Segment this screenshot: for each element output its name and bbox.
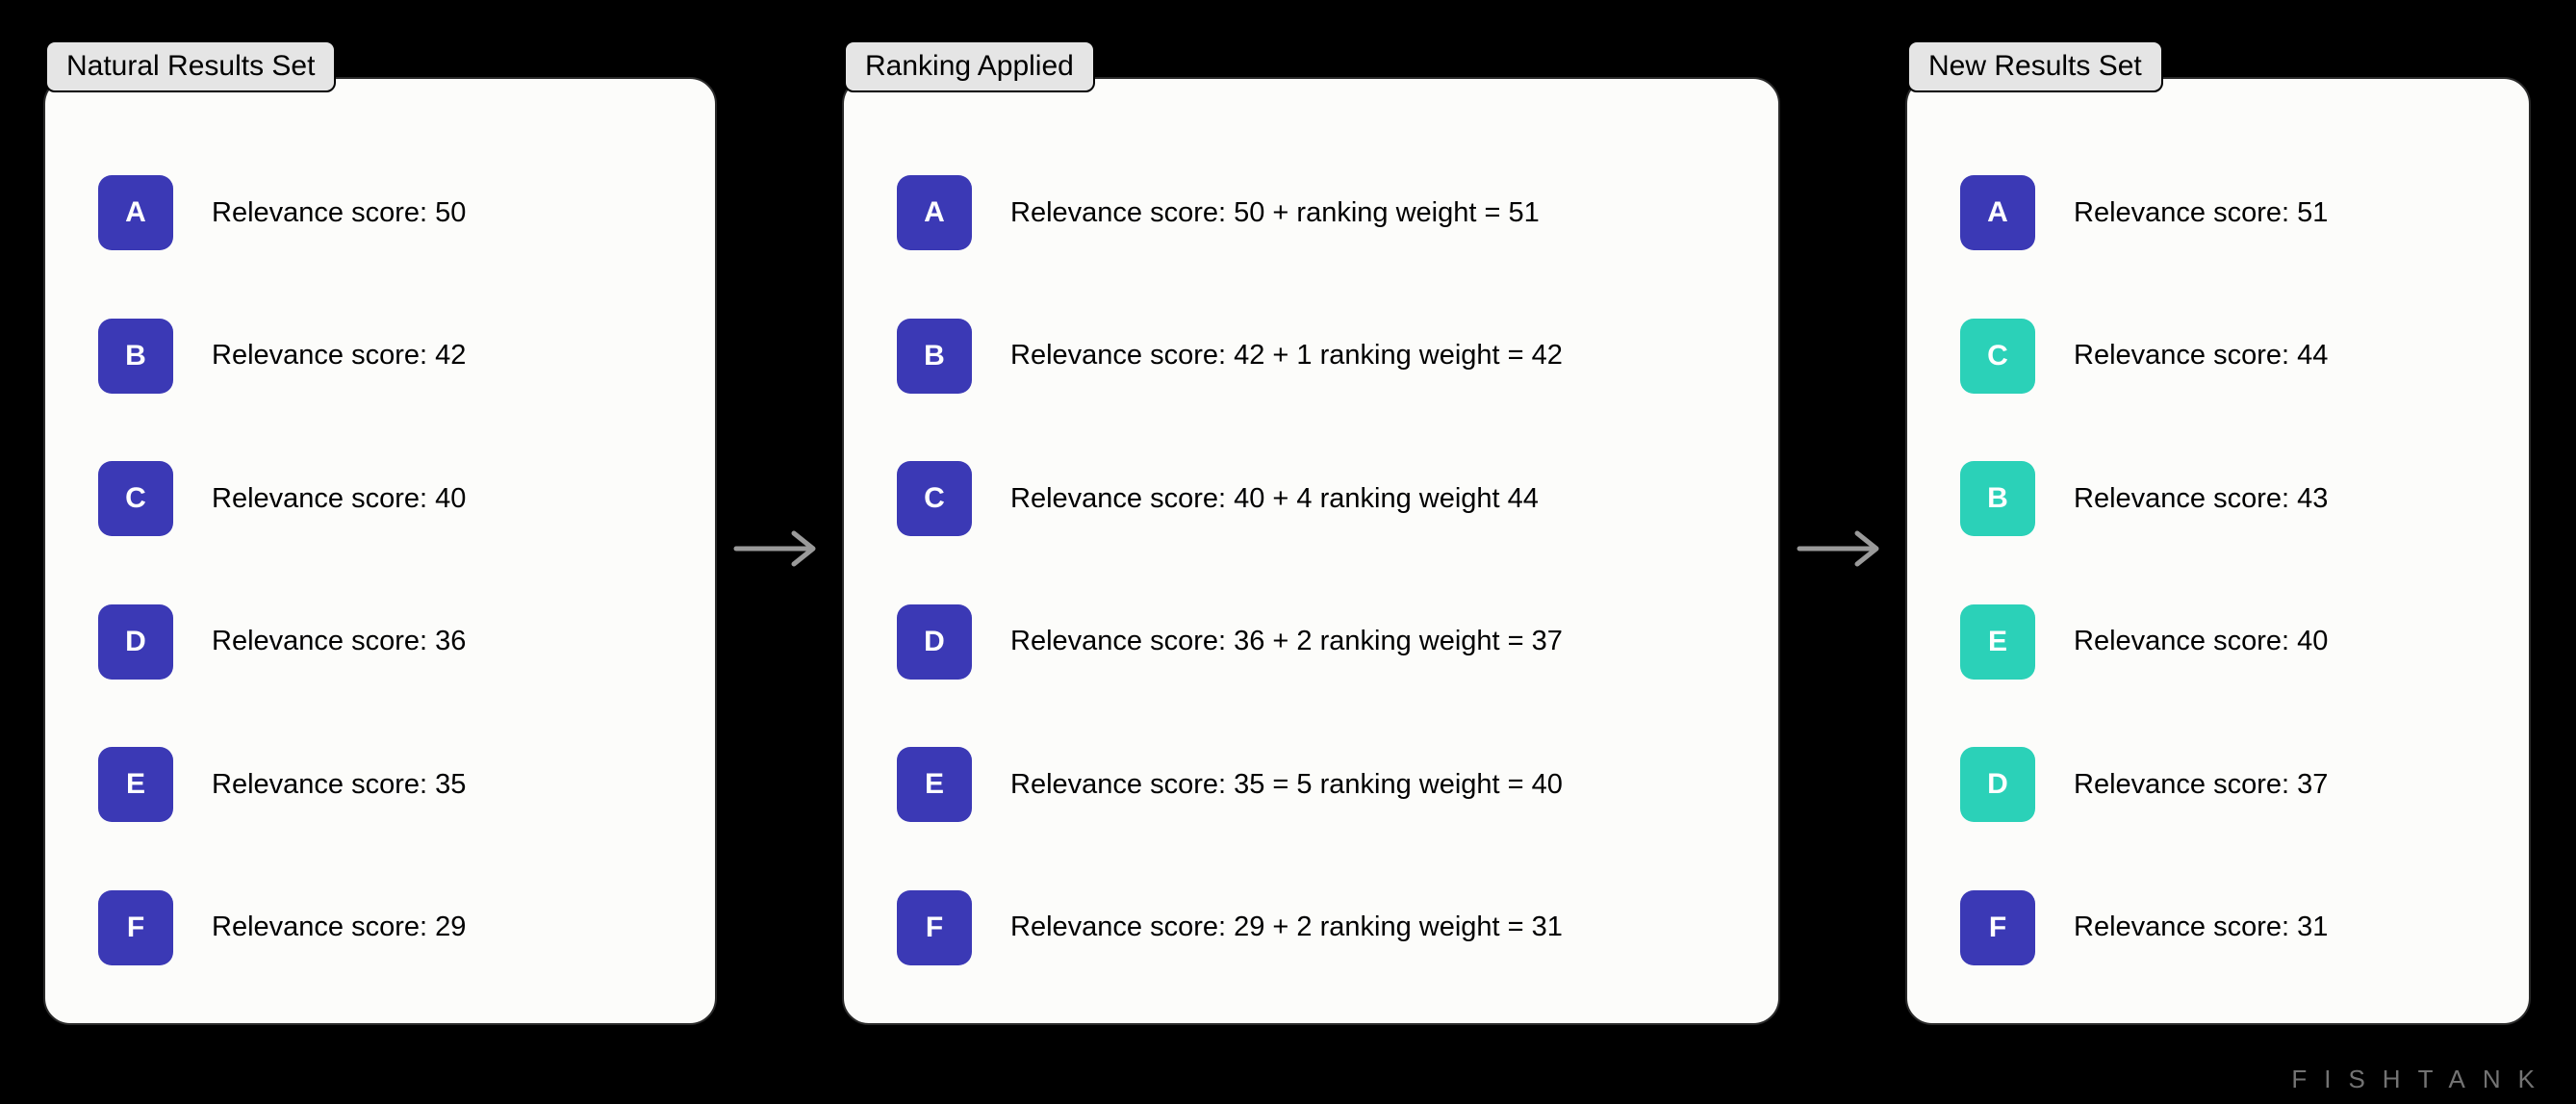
list-item: D Relevance score: 36	[98, 604, 686, 680]
result-tile: C	[897, 461, 972, 536]
diagram-stage: Natural Results Set A Relevance score: 5…	[0, 0, 2576, 1104]
result-tile: F	[98, 890, 173, 965]
panel-new-title: New Results Set	[1907, 40, 2163, 92]
result-tile: B	[1960, 461, 2035, 536]
result-tile: E	[897, 747, 972, 822]
list-item: E Relevance score: 35	[98, 747, 686, 822]
list-item: C Relevance score: 40	[98, 461, 686, 536]
watermark: FISHTANK	[2291, 1065, 2552, 1094]
panel-ranking-applied: Ranking Applied A Relevance score: 50 + …	[842, 77, 1780, 1025]
result-tile: A	[897, 175, 972, 250]
result-tile: A	[1960, 175, 2035, 250]
list-item: C Relevance score: 44	[1960, 319, 2500, 394]
list-item: D Relevance score: 37	[1960, 747, 2500, 822]
panel-natural-rows: A Relevance score: 50 B Relevance score:…	[45, 175, 715, 965]
result-text: Relevance score: 51	[2074, 197, 2328, 229]
list-item: F Relevance score: 31	[1960, 890, 2500, 965]
result-text: Relevance score: 50	[212, 197, 466, 229]
list-item: E Relevance score: 35 = 5 ranking weight…	[897, 747, 1749, 822]
result-tile: F	[897, 890, 972, 965]
result-text: Relevance score: 40	[2074, 626, 2328, 657]
result-text: Relevance score: 36 + 2 ranking weight =…	[1010, 626, 1563, 657]
panel-ranking-title: Ranking Applied	[844, 40, 1095, 92]
result-text: Relevance score: 36	[212, 626, 466, 657]
result-tile: E	[98, 747, 173, 822]
result-text: Relevance score: 42	[212, 340, 466, 372]
panel-ranking-rows: A Relevance score: 50 + ranking weight =…	[844, 175, 1778, 965]
list-item: A Relevance score: 50 + ranking weight =…	[897, 175, 1749, 250]
list-item: D Relevance score: 36 + 2 ranking weight…	[897, 604, 1749, 680]
result-tile: B	[98, 319, 173, 394]
list-item: B Relevance score: 43	[1960, 461, 2500, 536]
result-text: Relevance score: 40	[212, 483, 466, 515]
list-item: C Relevance score: 40 + 4 ranking weight…	[897, 461, 1749, 536]
result-text: Relevance score: 40 + 4 ranking weight 4…	[1010, 483, 1539, 515]
arrow-icon	[1795, 525, 1891, 573]
panel-new-rows: A Relevance score: 51 C Relevance score:…	[1907, 175, 2529, 965]
result-tile: D	[1960, 747, 2035, 822]
list-item: B Relevance score: 42 + 1 ranking weight…	[897, 319, 1749, 394]
result-tile: A	[98, 175, 173, 250]
arrow-icon	[731, 525, 828, 573]
result-text: Relevance score: 31	[2074, 911, 2328, 943]
result-text: Relevance score: 37	[2074, 769, 2328, 801]
result-text: Relevance score: 43	[2074, 483, 2328, 515]
result-tile: E	[1960, 604, 2035, 680]
panel-natural-title: Natural Results Set	[45, 40, 336, 92]
result-text: Relevance score: 50 + ranking weight = 5…	[1010, 197, 1540, 229]
list-item: E Relevance score: 40	[1960, 604, 2500, 680]
result-text: Relevance score: 44	[2074, 340, 2328, 372]
result-tile: C	[1960, 319, 2035, 394]
list-item: F Relevance score: 29	[98, 890, 686, 965]
result-text: Relevance score: 35 = 5 ranking weight =…	[1010, 769, 1563, 801]
list-item: A Relevance score: 51	[1960, 175, 2500, 250]
panel-natural-results: Natural Results Set A Relevance score: 5…	[43, 77, 717, 1025]
list-item: F Relevance score: 29 + 2 ranking weight…	[897, 890, 1749, 965]
result-text: Relevance score: 29 + 2 ranking weight =…	[1010, 911, 1563, 943]
list-item: A Relevance score: 50	[98, 175, 686, 250]
result-text: Relevance score: 35	[212, 769, 466, 801]
result-tile: D	[897, 604, 972, 680]
result-tile: C	[98, 461, 173, 536]
result-tile: B	[897, 319, 972, 394]
result-text: Relevance score: 29	[212, 911, 466, 943]
result-tile: D	[98, 604, 173, 680]
list-item: B Relevance score: 42	[98, 319, 686, 394]
result-tile: F	[1960, 890, 2035, 965]
result-text: Relevance score: 42 + 1 ranking weight =…	[1010, 340, 1563, 372]
panel-new-results: New Results Set A Relevance score: 51 C …	[1905, 77, 2531, 1025]
